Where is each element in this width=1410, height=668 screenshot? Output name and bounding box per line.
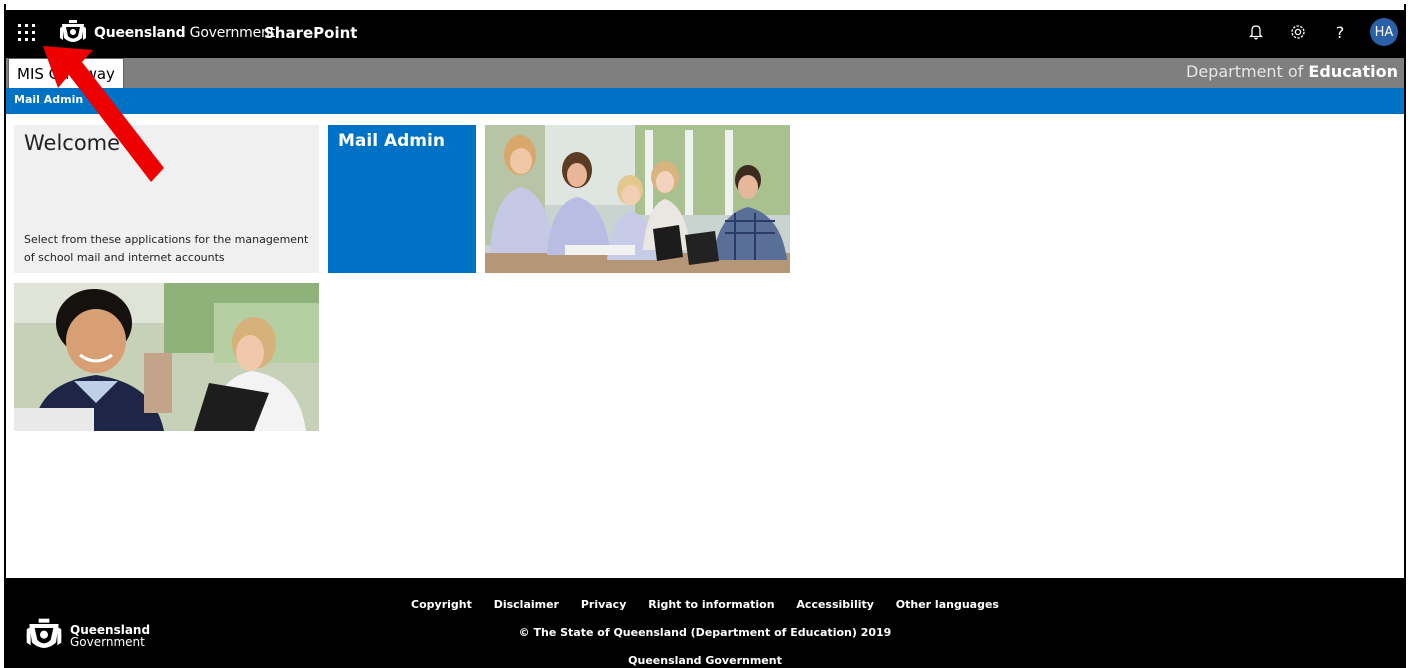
welcome-description: Select from these applications for the m… [24, 233, 309, 264]
nav-item-mail-admin[interactable]: Mail Admin [14, 93, 83, 106]
classroom-photo-tile [14, 283, 319, 431]
footer-copyright: © The State of Queensland (Department of… [518, 626, 892, 639]
app-title[interactable]: SharePoint [264, 24, 357, 42]
welcome-title: Welcome [24, 131, 121, 155]
students-photo-tile [485, 125, 790, 273]
mail-admin-tile[interactable]: Mail Admin [328, 125, 476, 273]
qgov-brand[interactable]: Queensland Government [58, 18, 275, 48]
footer-link-privacy[interactable]: Privacy [581, 598, 627, 611]
footer-links: Copyright Disclaimer Privacy Right to in… [6, 598, 1404, 611]
avatar[interactable]: HA [1370, 18, 1398, 46]
gear-icon[interactable] [1286, 20, 1310, 44]
top-nav: Mail Admin [6, 88, 1404, 114]
footer-link-right-to-information[interactable]: Right to information [648, 598, 774, 611]
waffle-icon[interactable] [16, 22, 40, 46]
footer-link-disclaimer[interactable]: Disclaimer [494, 598, 559, 611]
footer-qgov-link[interactable]: Queensland Government [6, 654, 1404, 667]
footer-link-other-languages[interactable]: Other languages [896, 598, 999, 611]
coat-of-arms-icon [60, 20, 86, 42]
department-label: Department of Education [1186, 62, 1398, 81]
site-header: MIS Gateway Department of Education [6, 58, 1404, 88]
classroom-photo [14, 283, 319, 431]
mail-admin-label: Mail Admin [338, 131, 445, 151]
suite-icons: ? HA [1244, 18, 1398, 46]
footer-link-copyright[interactable]: Copyright [411, 598, 472, 611]
footer-link-accessibility[interactable]: Accessibility [796, 598, 874, 611]
suite-bar: Queensland Government SharePoint ? HA [6, 10, 1404, 58]
page-frame: Queensland Government SharePoint ? HA MI… [4, 4, 1406, 668]
site-title-tab[interactable]: MIS Gateway [8, 58, 124, 88]
brand-name: Queensland Government [94, 25, 275, 41]
welcome-tile: Welcome Select from these applications f… [14, 125, 319, 273]
students-photo [485, 125, 790, 273]
footer: Queensland Government Copyright Disclaim… [6, 578, 1404, 668]
bell-icon[interactable] [1244, 20, 1268, 44]
help-icon[interactable]: ? [1328, 20, 1352, 44]
